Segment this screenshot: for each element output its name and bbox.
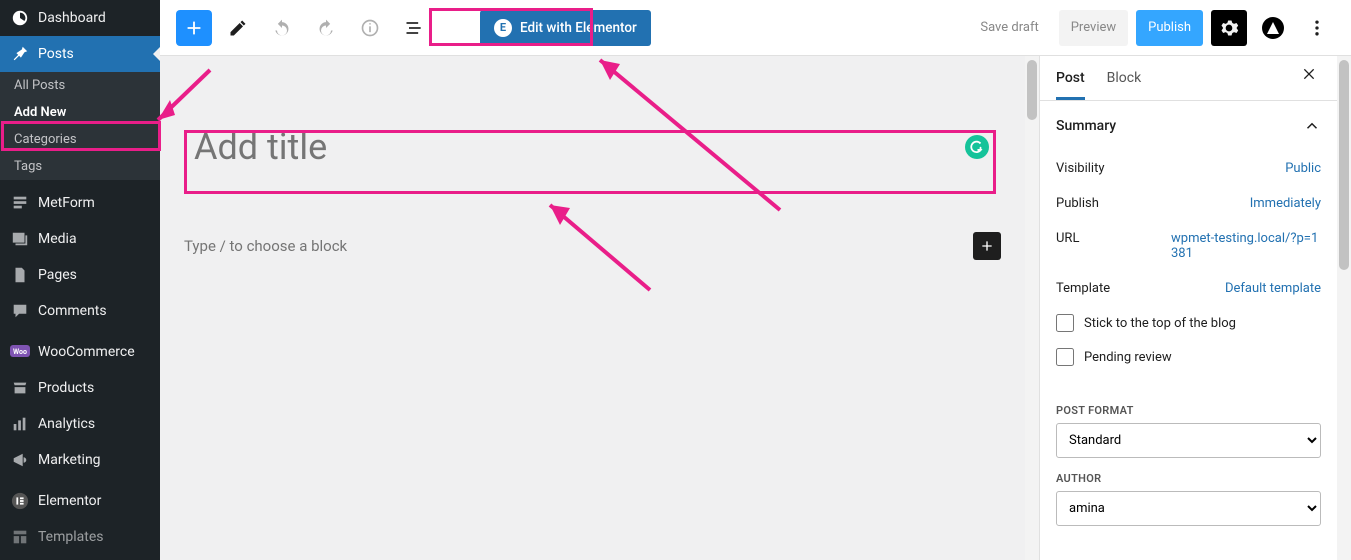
undo-icon (272, 18, 292, 38)
outline-button[interactable] (396, 10, 432, 46)
chevron-up-icon (1303, 117, 1321, 135)
sidebar-item-tags[interactable]: Tags (0, 153, 160, 180)
gear-icon (1219, 18, 1239, 38)
svg-text:Woo: Woo (13, 348, 27, 356)
sidebar-item-add-new[interactable]: Add New (0, 99, 160, 126)
close-panel-button[interactable] (1297, 66, 1321, 90)
sidebar-label: Dashboard (38, 10, 106, 26)
template-value[interactable]: Default template (1225, 281, 1321, 296)
products-icon (10, 378, 30, 398)
publish-value[interactable]: Immediately (1250, 196, 1321, 211)
save-draft-button[interactable]: Save draft (968, 10, 1050, 46)
dashboard-icon (10, 8, 30, 28)
info-icon (360, 18, 380, 38)
sidebar-item-dashboard[interactable]: Dashboard (0, 0, 160, 36)
more-options-button[interactable] (1299, 10, 1335, 46)
media-icon (10, 229, 30, 249)
stick-top-checkbox[interactable]: Stick to the top of the blog (1056, 306, 1321, 340)
sidebar-item-all-posts[interactable]: All Posts (0, 72, 160, 99)
sidebar-item-products[interactable]: Products (0, 370, 160, 406)
pencil-icon (228, 18, 248, 38)
close-icon (1301, 66, 1317, 82)
elementor-icon (10, 491, 30, 511)
pending-review-checkbox[interactable]: Pending review (1056, 340, 1321, 374)
settings-button[interactable] (1211, 10, 1247, 46)
sidebar-item-woocommerce[interactable]: Woo WooCommerce (0, 334, 160, 370)
sidebar-item-comments[interactable]: Comments (0, 293, 160, 329)
sidebar-posts-submenu: All Posts Add New Categories Tags (0, 72, 160, 180)
post-format-heading: POST FORMAT (1040, 390, 1337, 423)
pin-icon (10, 44, 30, 64)
pages-icon (10, 265, 30, 285)
sidebar-item-media[interactable]: Media (0, 221, 160, 257)
summary-section-toggle[interactable]: Summary (1040, 101, 1337, 151)
outline-icon (404, 18, 424, 38)
megaphone-icon (10, 450, 30, 470)
sidebar-item-marketing[interactable]: Marketing (0, 442, 160, 478)
preview-button[interactable]: Preview (1059, 10, 1128, 46)
redo-button[interactable] (308, 10, 344, 46)
add-block-inline-button[interactable] (973, 232, 1001, 260)
visibility-label: Visibility (1056, 161, 1105, 176)
sidebar-item-categories[interactable]: Categories (0, 126, 160, 153)
grammarly-icon[interactable] (965, 135, 989, 159)
plus-icon (979, 238, 995, 254)
sidebar-item-templates[interactable]: Templates (0, 519, 160, 555)
publish-button[interactable]: Publish (1136, 10, 1203, 46)
elementor-badge-icon: E (494, 19, 512, 37)
info-button[interactable] (352, 10, 388, 46)
comments-icon (10, 301, 30, 321)
publish-label: Publish (1056, 196, 1099, 211)
triangle-icon (1261, 16, 1285, 40)
extra-plugin-button[interactable] (1255, 10, 1291, 46)
editor-topbar: E Edit with Elementor Save draft Preview… (160, 0, 1351, 56)
editor-canvas[interactable]: Type / to choose a block (160, 56, 1025, 560)
plus-icon (183, 17, 205, 39)
woocommerce-icon: Woo (10, 342, 30, 362)
admin-sidebar: Dashboard Posts All Posts Add New Catego… (0, 0, 160, 560)
author-heading: AUTHOR (1040, 458, 1337, 491)
edit-with-elementor-button[interactable]: E Edit with Elementor (480, 10, 651, 46)
sidebar-item-pages[interactable]: Pages (0, 257, 160, 293)
url-value[interactable]: wpmet-testing.local/?p=1381 (1171, 231, 1321, 261)
canvas-scrollbar[interactable] (1025, 56, 1039, 560)
settings-panel: Post Block Summary Visibility Public Pub… (1039, 56, 1337, 560)
redo-icon (316, 18, 336, 38)
post-title-input[interactable] (184, 116, 1001, 178)
visibility-value[interactable]: Public (1285, 161, 1321, 176)
analytics-icon (10, 414, 30, 434)
undo-button[interactable] (264, 10, 300, 46)
author-select[interactable]: amina (1056, 491, 1321, 526)
panel-scrollbar[interactable] (1337, 56, 1351, 560)
tab-block[interactable]: Block (1107, 56, 1142, 100)
tab-post[interactable]: Post (1056, 56, 1085, 100)
post-format-select[interactable]: Standard (1056, 423, 1321, 458)
block-prompt-text[interactable]: Type / to choose a block (184, 237, 347, 255)
template-label: Template (1056, 281, 1110, 296)
sidebar-item-analytics[interactable]: Analytics (0, 406, 160, 442)
kebab-icon (1307, 18, 1327, 38)
form-icon (10, 193, 30, 213)
url-label: URL (1056, 231, 1079, 261)
add-block-button[interactable] (176, 10, 212, 46)
sidebar-item-elementor[interactable]: Elementor (0, 483, 160, 519)
sidebar-item-posts[interactable]: Posts (0, 36, 160, 72)
edit-mode-button[interactable] (220, 10, 256, 46)
templates-icon (10, 527, 30, 547)
sidebar-item-metform[interactable]: MetForm (0, 185, 160, 221)
sidebar-label: Posts (38, 46, 74, 62)
